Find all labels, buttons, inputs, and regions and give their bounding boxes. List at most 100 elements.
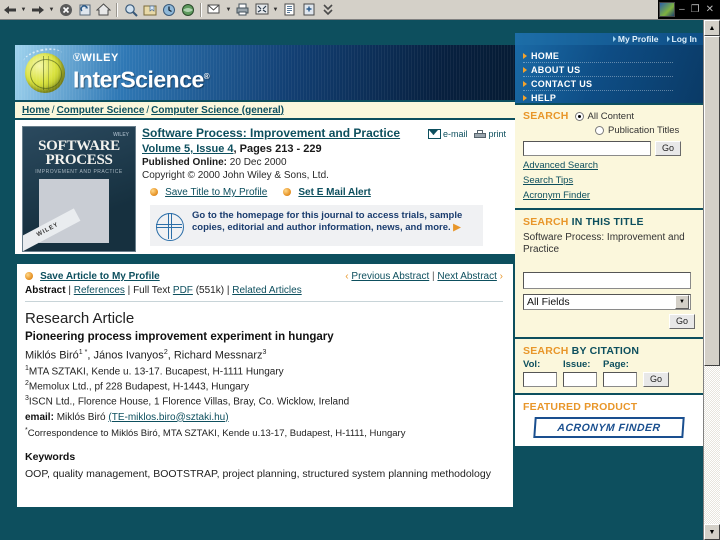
- acronym-finder-badge[interactable]: ACRONYM FINDER: [533, 417, 685, 438]
- email-action[interactable]: e-mail: [427, 129, 467, 139]
- fulltext-label: Full Text: [133, 285, 171, 296]
- scrollbar-track[interactable]: [704, 36, 720, 524]
- save-title-action[interactable]: Save Title to My Profile: [150, 186, 267, 198]
- volume-issue-link[interactable]: Volume 5, Issue 4: [142, 143, 234, 155]
- print-action[interactable]: print: [474, 129, 506, 139]
- arrow-icon: [523, 52, 527, 59]
- favorites-icon[interactable]: [140, 1, 159, 18]
- email-alert-action[interactable]: Set E Mail Alert: [283, 186, 371, 198]
- save-article-link[interactable]: Save Article to My Profile: [40, 271, 160, 282]
- title-search-input[interactable]: [523, 272, 691, 289]
- forward-dropdown-icon[interactable]: ▼: [47, 1, 56, 18]
- email-author-name: Miklós Biró: [56, 411, 106, 423]
- save-article-action[interactable]: Save Article to My Profile: [25, 270, 160, 282]
- discuss-icon[interactable]: [318, 1, 337, 18]
- refresh-icon[interactable]: [75, 1, 94, 18]
- affiliation-text: MTA SZTAKI, Kende u. 13-17. Bucapest, H-…: [28, 365, 284, 377]
- tab-related-articles[interactable]: Related Articles: [232, 285, 301, 296]
- scrollbar-thumb[interactable]: [704, 36, 720, 366]
- my-profile-link[interactable]: My Profile: [612, 34, 659, 44]
- arrow-icon: [612, 36, 616, 42]
- breadcrumb-item-home[interactable]: Home: [22, 105, 50, 116]
- site-logo[interactable]: ⓋWILEY InterScience®: [73, 52, 210, 93]
- issue-input[interactable]: [563, 372, 597, 387]
- nav-item-contact-us[interactable]: CONTACT US: [523, 77, 673, 90]
- vol-input[interactable]: [523, 372, 557, 387]
- mail-dropdown-icon[interactable]: ▼: [224, 1, 233, 18]
- mail-icon[interactable]: [205, 1, 224, 18]
- email-address-link[interactable]: (TE-miklos.biro@sztaki.hu): [108, 412, 228, 423]
- journal-details: Software Process: Improvement and Practi…: [142, 126, 508, 246]
- set-email-alert-link[interactable]: Set E Mail Alert: [298, 187, 370, 198]
- author-name: Richard Messnarz: [173, 349, 263, 362]
- search-in-title-heading: SEARCH IN THIS TITLE: [523, 216, 644, 228]
- advanced-search-link[interactable]: Advanced Search: [523, 160, 695, 171]
- article-title: Pioneering process improvement experimen…: [25, 331, 334, 343]
- previous-abstract-link[interactable]: Previous Abstract: [351, 271, 429, 282]
- citation-fields: Vol: Issue: Page: Go: [523, 359, 695, 387]
- search-scope-all-content[interactable]: All Content: [574, 111, 634, 122]
- save-title-link[interactable]: Save Title to My Profile: [165, 187, 267, 198]
- acronym-finder-link[interactable]: Acronym Finder: [523, 190, 695, 201]
- journal-cover-image[interactable]: WILEY SOFTWARE PROCESS IMPROVEMENT AND P…: [22, 126, 136, 252]
- nav-item-about-us[interactable]: ABOUT US: [523, 63, 673, 76]
- title-search-go-button[interactable]: Go: [669, 314, 695, 329]
- chevron-down-icon[interactable]: ▼: [675, 295, 689, 309]
- print-icon[interactable]: [233, 1, 252, 18]
- stop-icon[interactable]: [56, 1, 75, 18]
- search-in-title-journal-name: Software Process: Improvement and Practi…: [523, 232, 685, 255]
- scroll-down-button[interactable]: ▼: [704, 524, 720, 540]
- page-label: Page:: [603, 359, 629, 370]
- minimize-button[interactable]: –: [679, 4, 685, 15]
- print-label: print: [488, 129, 506, 139]
- search-input[interactable]: [523, 141, 651, 156]
- journal-homepage-promo[interactable]: Go to the homepage for this journal to a…: [150, 205, 483, 246]
- tab-abstract[interactable]: Abstract: [25, 285, 66, 296]
- nav-item-home[interactable]: HOME: [523, 49, 673, 62]
- globe-arc-decoration: [21, 45, 65, 71]
- breadcrumb-item-computer-science-general[interactable]: Computer Science (general): [151, 105, 284, 116]
- restore-button[interactable]: ❐: [691, 4, 700, 15]
- next-chevron-icon: ›: [499, 270, 503, 282]
- fullscreen-icon[interactable]: [252, 1, 271, 18]
- fullscreen-dropdown-icon[interactable]: ▼: [271, 1, 280, 18]
- search-tips-link[interactable]: Search Tips: [523, 175, 695, 186]
- tab-pdf[interactable]: PDF: [173, 285, 193, 296]
- search-heading: SEARCH: [523, 110, 569, 122]
- search-scope-publication-titles[interactable]: Publication Titles: [595, 125, 695, 136]
- messenger-icon[interactable]: [299, 1, 318, 18]
- affiliation: 2Memolux Ltd., pf 228 Budapest, H-1443, …: [25, 380, 503, 392]
- back-dropdown-icon[interactable]: ▼: [19, 1, 28, 18]
- edit-icon[interactable]: [280, 1, 299, 18]
- field-select[interactable]: All Fields ▼: [523, 294, 691, 310]
- forward-icon[interactable]: [28, 1, 47, 18]
- next-abstract-link[interactable]: Next Abstract: [437, 271, 496, 282]
- home-icon[interactable]: [94, 1, 113, 18]
- close-button[interactable]: ✕: [706, 4, 714, 15]
- radio-icon[interactable]: [574, 111, 584, 121]
- search-go-button[interactable]: Go: [655, 141, 681, 156]
- windows-logo-icon: [659, 2, 676, 17]
- page-input[interactable]: [603, 372, 637, 387]
- printer-icon: [474, 129, 487, 139]
- interscience-wordmark: InterScience®: [73, 66, 210, 93]
- toolbar-separator: [116, 2, 118, 17]
- scroll-up-button[interactable]: ▲: [704, 20, 720, 36]
- affiliation-text: Memolux Ltd., pf 228 Budapest, H-1443, H…: [28, 381, 250, 393]
- journal-title-link[interactable]: Software Process: Improvement and Practi…: [142, 126, 400, 140]
- search-icon[interactable]: [121, 1, 140, 18]
- article-tabs: Abstract | References | Full Text PDF (5…: [25, 285, 503, 302]
- arrow-icon: [523, 94, 527, 101]
- published-label: Published Online:: [142, 157, 228, 168]
- breadcrumb-item-computer-science[interactable]: Computer Science: [57, 105, 145, 116]
- radio-icon[interactable]: [595, 126, 604, 135]
- citation-go-button[interactable]: Go: [643, 372, 669, 387]
- history-icon[interactable]: [159, 1, 178, 18]
- log-in-link[interactable]: Log In: [666, 34, 697, 44]
- bullet-icon: [25, 272, 33, 280]
- journal-volume-line: Volume 5, Issue 4, Pages 213 - 229: [142, 143, 508, 155]
- back-icon[interactable]: [0, 1, 19, 18]
- channels-icon[interactable]: [178, 1, 197, 18]
- tab-references[interactable]: References: [74, 285, 125, 296]
- vertical-scrollbar[interactable]: ▲ ▼: [703, 20, 720, 540]
